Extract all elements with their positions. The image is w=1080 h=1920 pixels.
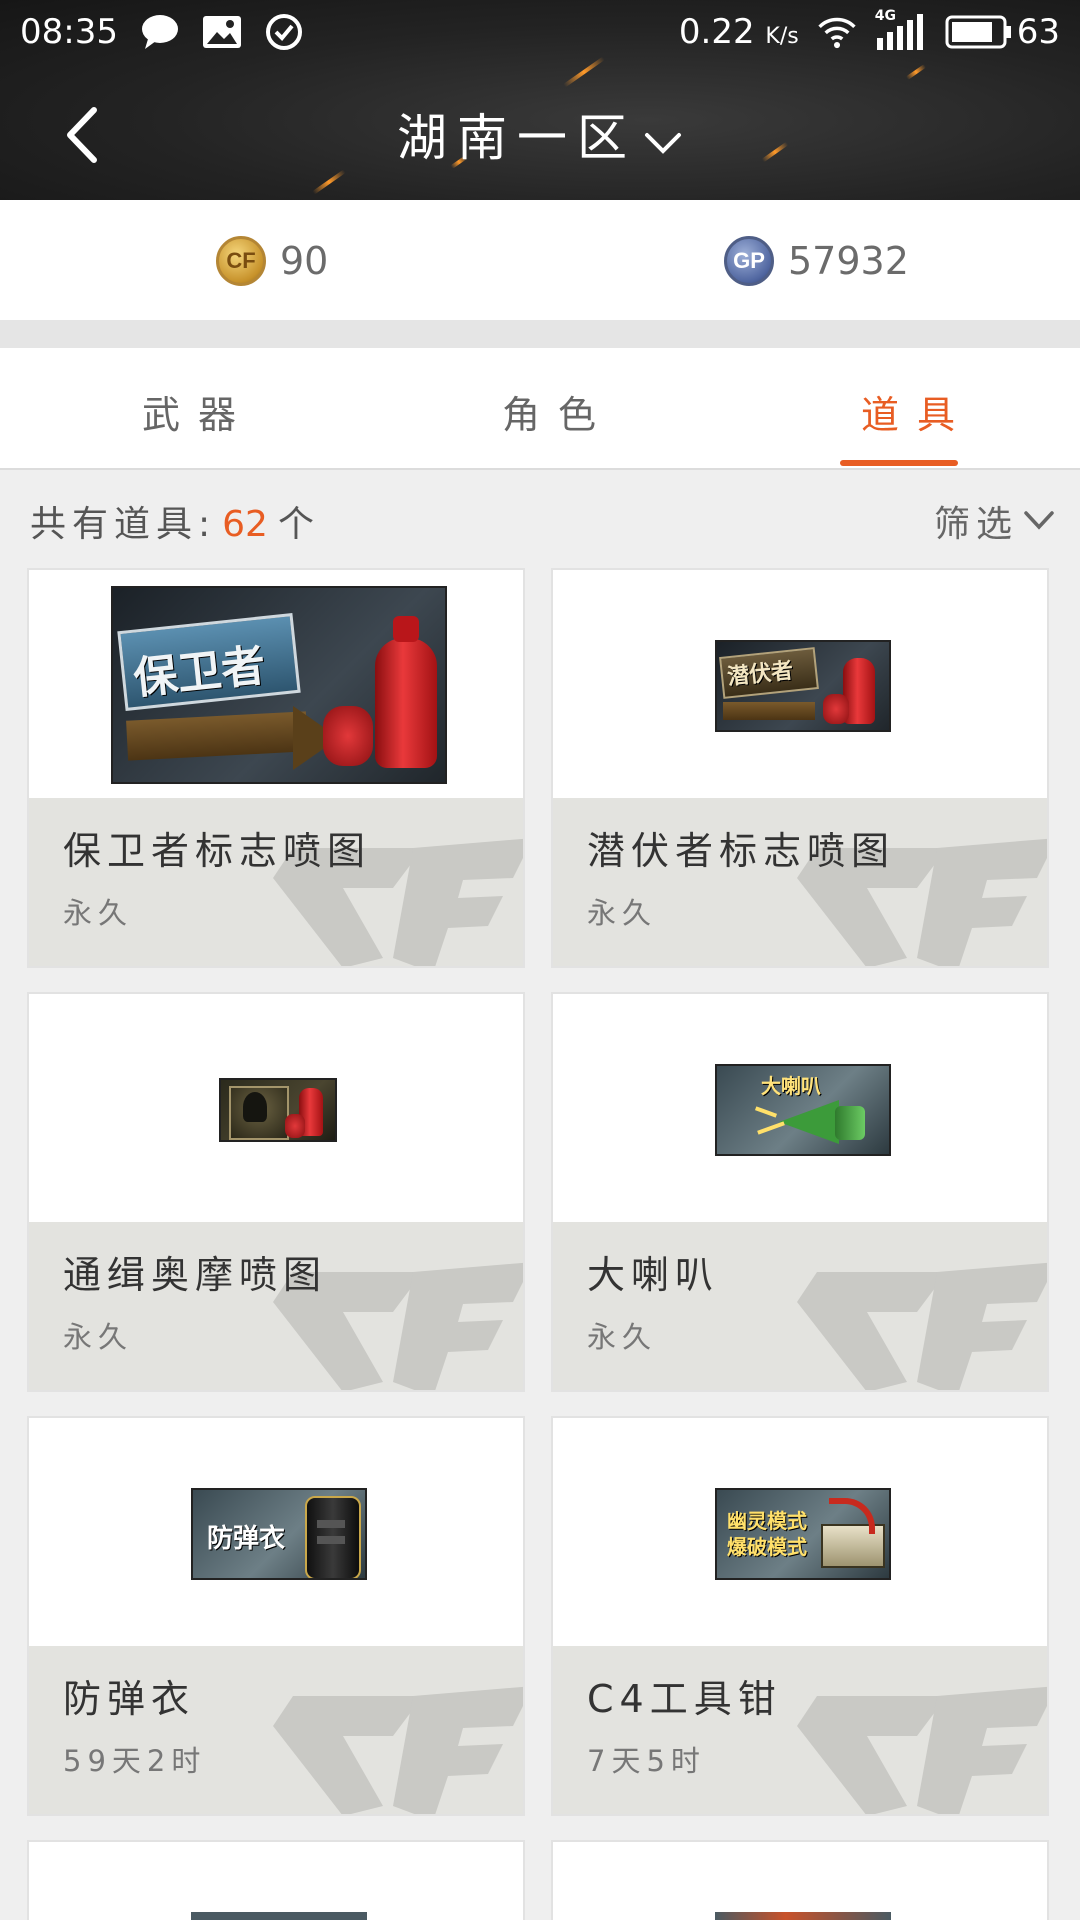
item-count-unit: 个	[277, 504, 320, 545]
item-name: 保卫者标志喷图	[63, 829, 372, 873]
currency-bar: CF 90 GP 57932	[0, 200, 1080, 320]
item-image-area: 大喇叭	[553, 994, 1047, 1222]
item-card[interactable]: 幽灵模式 爆破模式 C4工具钳 7天5时	[551, 1416, 1049, 1816]
item-info: 潜伏者标志喷图 永久	[553, 798, 1047, 966]
server-selector[interactable]: 湖南一区	[0, 98, 1080, 171]
tab-items[interactable]: 道具	[861, 384, 973, 439]
cf-watermark-icon	[797, 1262, 1047, 1390]
item-name: 防弹衣	[63, 1677, 196, 1721]
item-card[interactable]	[27, 1840, 525, 1920]
item-duration: 永久	[63, 1320, 134, 1354]
tab-characters[interactable]: 角色	[502, 384, 614, 439]
wifi-icon	[817, 12, 857, 52]
c4-pliers-icon: 幽灵模式 爆破模式	[715, 1488, 891, 1580]
filter-button[interactable]: 筛选	[934, 495, 1056, 547]
item-image-area: 防弹衣	[29, 1418, 523, 1646]
item-count-label: 共有道具:	[30, 504, 217, 545]
item-card[interactable]: 潜伏者 潜伏者标志喷图 永久	[551, 568, 1049, 968]
divider	[0, 320, 1080, 348]
item-name: C4工具钳	[587, 1677, 782, 1721]
net-speed-unit: K/s	[765, 24, 799, 49]
item-name: 潜伏者标志喷图	[587, 829, 896, 873]
item-image-area	[29, 994, 523, 1222]
chevron-down-icon	[1024, 511, 1054, 530]
gp-coin-icon: GP	[724, 236, 774, 286]
item-count-value: 62	[222, 504, 268, 545]
cf-watermark-icon	[273, 1686, 523, 1814]
cf-watermark-icon	[797, 1686, 1047, 1814]
spray-paint-icon: 潜伏者	[715, 640, 891, 732]
cf-coin-icon: CF	[216, 236, 266, 286]
item-card[interactable]	[551, 1840, 1049, 1920]
check-circle-icon	[264, 12, 304, 52]
category-tabs: 武器 角色 道具	[0, 348, 1080, 470]
signal-icon: 4G	[875, 8, 927, 52]
cf-points-value: 90	[280, 239, 329, 283]
image-icon	[202, 12, 242, 52]
item-info: C4工具钳 7天5时	[553, 1646, 1047, 1814]
item-name: 通缉奥摩喷图	[63, 1253, 328, 1297]
item-card[interactable]: 保卫者 保卫者标志喷图 永久	[27, 568, 525, 968]
cf-points: CF 90	[216, 236, 328, 286]
item-thumbnail-partial	[715, 1912, 891, 1920]
spray-paint-icon: 保卫者	[111, 586, 447, 784]
gp-points: GP 57932	[724, 236, 909, 286]
item-duration: 永久	[63, 896, 134, 930]
net-speed: 0.22 K/s	[678, 12, 799, 52]
item-card[interactable]: 防弹衣 防弹衣 59天2时	[27, 1416, 525, 1816]
item-card[interactable]: 大喇叭 大喇叭 永久	[551, 992, 1049, 1392]
megaphone-icon: 大喇叭	[715, 1064, 891, 1156]
item-name: 大喇叭	[587, 1253, 720, 1297]
tab-weapons[interactable]: 武器	[142, 384, 254, 439]
item-duration: 永久	[587, 1320, 658, 1354]
item-info: 防弹衣 59天2时	[29, 1646, 523, 1814]
item-info: 大喇叭 永久	[553, 1222, 1047, 1390]
item-count: 共有道具: 62 个	[30, 495, 320, 547]
header: 08:35 0.22 K/s 4G 63 湖南一区	[0, 0, 1080, 200]
item-image-area: 保卫者	[29, 570, 523, 798]
filter-label: 筛选	[933, 504, 1018, 545]
item-info: 保卫者标志喷图 永久	[29, 798, 523, 966]
gp-points-value: 57932	[788, 239, 909, 283]
item-thumbnail-partial	[191, 1912, 367, 1920]
title-bar: 湖南一区	[0, 70, 1080, 200]
item-duration: 59天2时	[63, 1744, 207, 1778]
chevron-down-icon	[643, 113, 683, 171]
page-title: 湖南一区	[397, 109, 637, 167]
item-image-area: 幽灵模式 爆破模式	[553, 1418, 1047, 1646]
item-image-area: 潜伏者	[553, 570, 1047, 798]
tab-active-indicator	[840, 460, 958, 466]
item-duration: 永久	[587, 896, 658, 930]
battery-level: 63	[1016, 12, 1060, 52]
spray-paint-icon	[219, 1078, 337, 1142]
item-duration: 7天5时	[587, 1744, 706, 1778]
item-info: 通缉奥摩喷图 永久	[29, 1222, 523, 1390]
battery-icon: 63	[945, 12, 1060, 52]
status-time: 08:35	[20, 12, 118, 52]
item-card[interactable]: 通缉奥摩喷图 永久	[27, 992, 525, 1392]
status-bar: 08:35 0.22 K/s 4G 63	[0, 0, 1080, 64]
chat-icon	[140, 12, 180, 52]
vest-icon: 防弹衣	[191, 1488, 367, 1580]
